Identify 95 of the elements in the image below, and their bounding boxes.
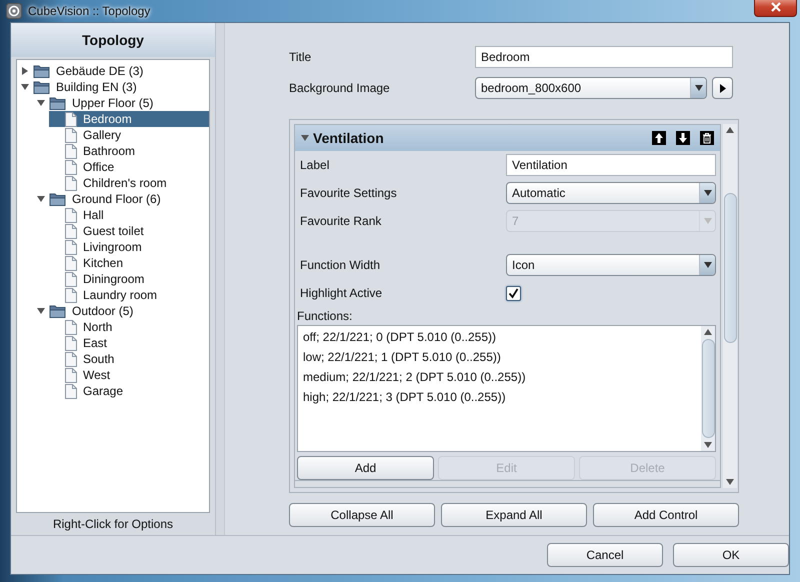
- page-icon: [65, 160, 77, 174]
- tree-item[interactable]: Hall: [81, 208, 106, 222]
- dropdown-arrow-icon: [694, 85, 702, 91]
- tree-item[interactable]: Upper Floor (5): [70, 96, 156, 110]
- field-label: Title: [289, 50, 312, 64]
- tree-item[interactable]: Garage: [81, 384, 126, 398]
- page-icon: [65, 144, 77, 158]
- control-title: Ventilation: [313, 130, 384, 146]
- tree-item[interactable]: Guest toilet: [81, 224, 146, 238]
- tree-item[interactable]: Office: [81, 160, 116, 174]
- list-label: Functions:: [297, 309, 354, 324]
- tree-item[interactable]: East: [81, 336, 110, 350]
- list-item[interactable]: medium; 22/1/221; 2 (DPT 5.010 (0..255)): [298, 367, 701, 388]
- list-action-button[interactable]: Add: [297, 456, 434, 480]
- page-icon: [65, 352, 77, 366]
- title-field[interactable]: Bedroom: [475, 46, 733, 68]
- collapse-caret-icon[interactable]: [301, 134, 309, 142]
- tree-item[interactable]: Ground Floor (6): [70, 192, 163, 206]
- action-button[interactable]: Collapse All: [289, 503, 435, 527]
- tree-item[interactable]: Diningroom: [81, 272, 146, 286]
- dropdown-arrow-icon: [704, 262, 712, 268]
- folder-icon: [49, 192, 66, 206]
- field-label: Function Width: [299, 258, 382, 272]
- move-down-icon[interactable]: [676, 131, 690, 146]
- field-label: Background Image: [289, 81, 391, 95]
- page-icon: [65, 320, 77, 334]
- collapse-caret-icon[interactable]: [37, 99, 45, 107]
- page-icon: [65, 128, 77, 142]
- list-item[interactable]: high; 22/1/221; 3 (DPT 5.010 (0..255)): [298, 387, 701, 408]
- tree-item[interactable]: South: [81, 352, 116, 366]
- page-icon: [65, 176, 77, 190]
- tree-item[interactable]: Gallery: [81, 128, 124, 142]
- action-button[interactable]: Add Control: [593, 503, 739, 527]
- page-icon: [65, 384, 77, 398]
- play-icon: [720, 84, 726, 92]
- page-icon: [65, 256, 77, 270]
- collapse-caret-icon[interactable]: [37, 195, 45, 203]
- checkbox[interactable]: [506, 286, 521, 301]
- field-label: Highlight Active: [299, 286, 384, 300]
- tree-item[interactable]: Children's room: [81, 176, 169, 190]
- list-item[interactable]: off; 22/1/221; 0 (DPT 5.010 (0..255)): [298, 327, 701, 348]
- tree-item[interactable]: Livingroom: [81, 240, 144, 254]
- page-icon: [65, 208, 77, 222]
- dialog-button[interactable]: Cancel: [547, 543, 663, 567]
- tree-item[interactable]: Kitchen: [81, 256, 126, 270]
- folder-icon: [33, 64, 50, 78]
- hint-text: Right-Click for Options: [52, 516, 174, 533]
- page-icon: [65, 368, 77, 382]
- scroll-up-icon: [704, 329, 712, 336]
- dropdown-arrow-icon: [704, 218, 712, 224]
- dialog-button[interactable]: OK: [673, 543, 789, 567]
- tree-item[interactable]: Gebäude DE (3): [54, 64, 146, 78]
- folder-icon: [49, 304, 66, 318]
- panel-header: Topology: [11, 23, 215, 57]
- list-item[interactable]: low; 22/1/221; 1 (DPT 5.010 (0..255)): [298, 347, 701, 368]
- app-icon: [6, 3, 22, 19]
- collapse-caret-icon[interactable]: [37, 307, 45, 315]
- trash-icon[interactable]: [700, 131, 714, 146]
- folder-icon: [49, 96, 66, 110]
- dropdown[interactable]: Icon: [506, 254, 716, 276]
- splitter-handle[interactable]: [216, 23, 225, 535]
- page-icon: [65, 224, 77, 238]
- scroll-down-icon: [704, 442, 712, 448]
- play-button[interactable]: [712, 77, 733, 99]
- control-header[interactable]: Ventilation: [295, 125, 720, 152]
- collapse-caret-icon[interactable]: [21, 83, 29, 91]
- move-up-icon[interactable]: [652, 131, 666, 146]
- tree-item[interactable]: West: [81, 368, 112, 382]
- tree-item[interactable]: North: [81, 320, 114, 334]
- page-icon: [65, 272, 77, 286]
- dropdown-arrow-icon: [704, 190, 712, 196]
- scroll-up-icon: [726, 127, 734, 133]
- tree-item[interactable]: Building EN (3): [54, 80, 139, 94]
- scroll-down-icon: [726, 479, 734, 485]
- tree-item[interactable]: Laundry room: [81, 288, 160, 302]
- field-label: Favourite Rank: [299, 214, 382, 228]
- expand-caret-icon[interactable]: [21, 67, 29, 75]
- window-title: CubeVision :: Topology: [28, 4, 150, 18]
- dropdown[interactable]: bedroom_800x600: [475, 77, 707, 99]
- close-button[interactable]: [754, 0, 797, 17]
- scrollbar[interactable]: [701, 326, 715, 452]
- tree-item[interactable]: Outdoor (5): [70, 304, 136, 318]
- scrollbar[interactable]: [723, 124, 737, 488]
- page-icon: [65, 112, 77, 126]
- action-button[interactable]: Expand All: [441, 503, 587, 527]
- tree-item[interactable]: Bathroom: [81, 144, 138, 158]
- page-icon: [65, 288, 77, 302]
- page-icon: [65, 240, 77, 254]
- folder-icon: [33, 80, 50, 94]
- field-label: Label: [299, 158, 330, 172]
- page-icon: [65, 336, 77, 350]
- field-label: Favourite Settings: [299, 186, 398, 200]
- text-field[interactable]: Ventilation: [506, 154, 716, 176]
- close-icon: [770, 2, 780, 12]
- dropdown[interactable]: Automatic: [506, 182, 716, 204]
